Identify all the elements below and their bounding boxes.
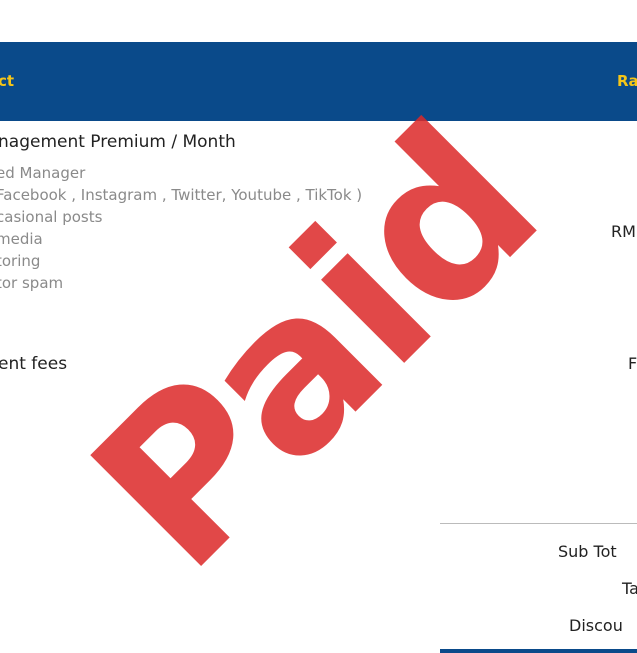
discount-label: Discou bbox=[569, 616, 623, 635]
line-item-title: nagement Premium / Month bbox=[0, 132, 236, 152]
table-header bbox=[0, 42, 637, 121]
feature-item: media bbox=[0, 230, 43, 248]
line-item-title: ent fees bbox=[0, 354, 68, 374]
header-rate: Ra bbox=[617, 72, 637, 90]
line-item-rate: RM bbox=[611, 222, 636, 241]
feature-item: toring bbox=[0, 252, 41, 270]
total-band bbox=[440, 649, 637, 653]
feature-item: casional posts bbox=[0, 208, 103, 226]
subtotal-label: Sub Tot bbox=[558, 542, 617, 561]
feature-list: ed Manager Facebook , Instagram , Twitte… bbox=[0, 162, 362, 294]
feature-item: ed Manager bbox=[0, 164, 86, 182]
totals-divider bbox=[440, 523, 637, 524]
tax-label: Ta bbox=[622, 579, 637, 598]
feature-item: tor spam bbox=[0, 274, 64, 292]
line-item-rate: F bbox=[628, 354, 637, 373]
header-product: ct bbox=[0, 72, 15, 90]
feature-item: Facebook , Instagram , Twitter, Youtube … bbox=[0, 186, 363, 204]
